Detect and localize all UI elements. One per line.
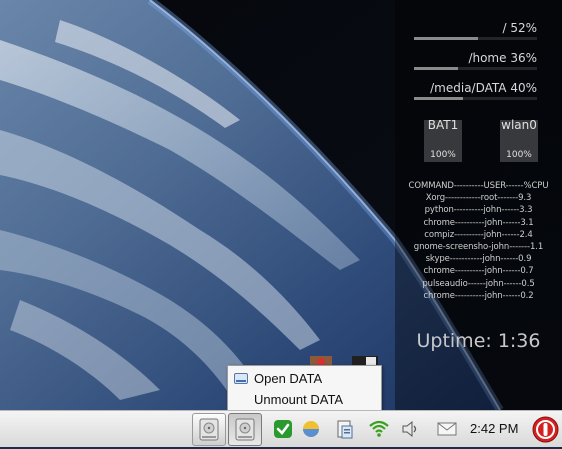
menu-item-label: Open DATA (254, 371, 323, 386)
meter-value: 100% (430, 150, 456, 160)
meter-name: wlan0 (501, 118, 537, 132)
disk-label: /home 36% (468, 51, 537, 65)
disk-usage-home: /home 36% (414, 50, 537, 70)
menu-item-open-data[interactable]: Open DATA (228, 368, 381, 389)
disk-bar-fill (414, 67, 459, 70)
process-row: compiz----------john------2.4 (424, 229, 533, 240)
process-row: skype-----------john------0.9 (425, 254, 532, 265)
drive-icon (234, 373, 248, 384)
uptime-label: Uptime: 1:36 (416, 330, 541, 352)
conky-panel: / 52% /home 36% /media/DATA 40% BAT1 100… (395, 0, 562, 410)
taskbar: 2:42 PM (0, 410, 562, 447)
wifi-meter: wlan0 100% (500, 118, 538, 162)
process-row: chrome----------john------3.1 (423, 217, 534, 228)
drive-tray-button-active[interactable] (228, 413, 262, 446)
process-row: chrome----------john------0.2 (423, 290, 534, 301)
battery-meter: BAT1 100% (424, 118, 462, 162)
hard-drive-icon (199, 418, 219, 441)
disk-bar-fill (414, 97, 464, 100)
checkmark-icon[interactable] (272, 418, 294, 440)
clock[interactable]: 2:42 PM (470, 411, 518, 447)
disk-bar (414, 97, 537, 100)
process-list: COMMAND----------USER------%CPU Xorg----… (395, 180, 562, 302)
menu-item-unmount-data[interactable]: Unmount DATA (228, 389, 381, 410)
disk-usage-data: /media/DATA 40% (414, 80, 537, 100)
process-header: COMMAND----------USER------%CPU (408, 181, 549, 191)
power-icon[interactable] (532, 416, 559, 443)
disk-label: / 52% (502, 21, 537, 35)
disk-label: /media/DATA 40% (430, 81, 537, 95)
drive-tray-button[interactable] (192, 413, 226, 446)
disk-bar (414, 67, 537, 70)
hard-drive-icon (235, 418, 255, 441)
process-row: pulseaudio------john------0.5 (422, 278, 535, 289)
meter-value: 100% (506, 150, 532, 160)
process-row: Xorg------------root-------9.3 (425, 193, 532, 204)
process-row: chrome----------john------0.7 (423, 266, 534, 277)
disk-usage-root: / 52% (414, 20, 537, 40)
drive-context-menu: Open DATA Unmount DATA (227, 365, 382, 411)
meter-name: BAT1 (427, 118, 459, 132)
volume-icon[interactable] (399, 418, 421, 440)
process-row: gnome-screensho-john-------1.1 (413, 242, 544, 253)
wifi-icon[interactable] (368, 418, 390, 440)
menu-item-label: Unmount DATA (254, 392, 344, 407)
disk-bar-fill (414, 37, 478, 40)
mail-icon[interactable] (436, 418, 458, 440)
weather-icon[interactable] (300, 418, 322, 440)
clipboard-icon[interactable] (334, 418, 356, 440)
disk-bar (414, 37, 537, 40)
process-row: python----------john------3.3 (424, 205, 533, 216)
